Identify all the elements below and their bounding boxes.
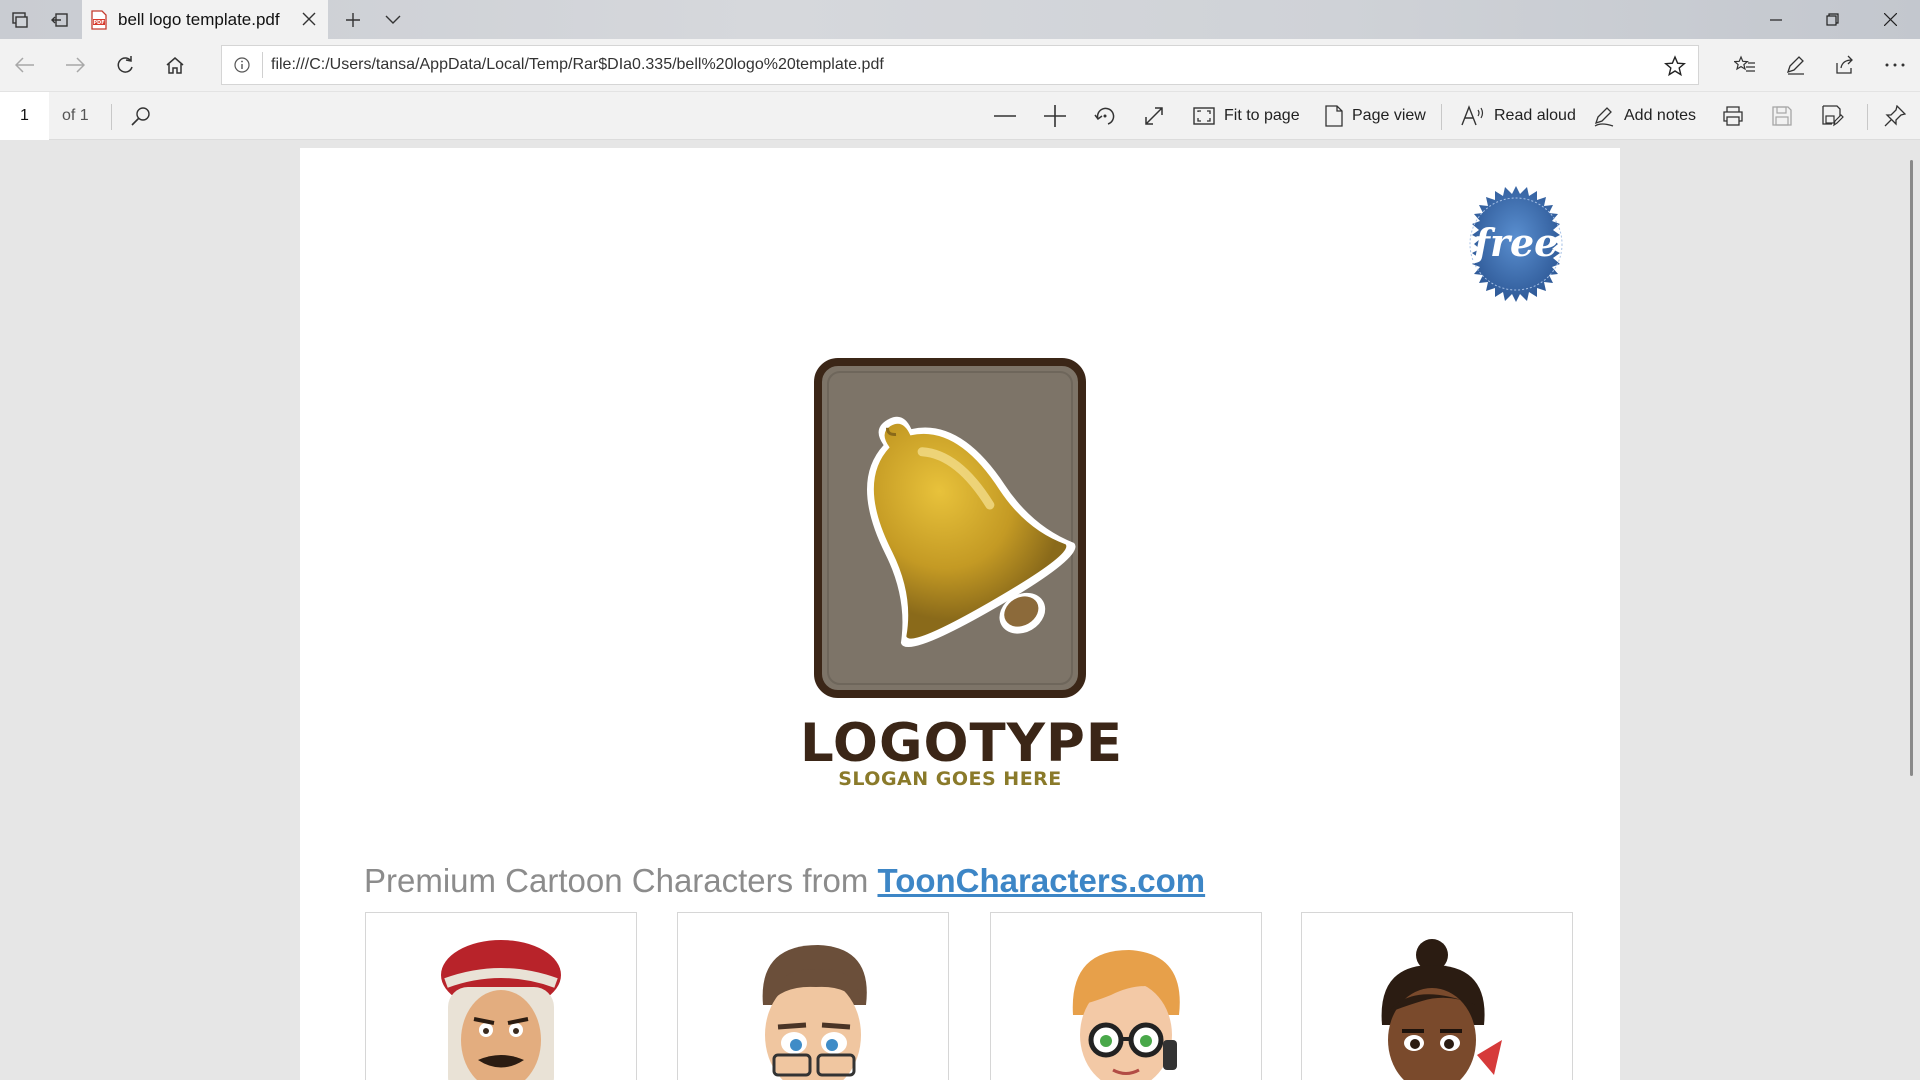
bell-logo — [814, 358, 1086, 698]
print-icon[interactable] — [1722, 92, 1744, 140]
zoom-in-icon[interactable] — [1044, 92, 1066, 140]
promo-heading: Premium Cartoon Characters from ToonChar… — [364, 862, 1205, 900]
tab-active[interactable]: PDF bell logo template.pdf — [82, 0, 328, 39]
character-card-1[interactable] — [365, 912, 637, 1080]
pdf-viewer[interactable]: free LOGOTYPE SLOGAN GOES HERE Premium C… — [0, 140, 1920, 1080]
navigation-bar: file:///C:/Users/tansa/AppData/Local/Tem… — [0, 39, 1920, 91]
redhead-woman-character — [1072, 950, 1180, 1080]
fit-to-page-icon — [1193, 107, 1215, 125]
svg-text:PDF: PDF — [93, 20, 104, 26]
page-number-input[interactable]: 1 — [0, 92, 49, 140]
share-icon[interactable] — [1820, 39, 1870, 91]
full-screen-icon[interactable] — [1144, 92, 1164, 140]
page-view-icon — [1325, 105, 1343, 127]
page-view-button[interactable]: Page view — [1325, 92, 1426, 140]
info-icon[interactable] — [234, 57, 250, 73]
minimize-icon[interactable] — [1748, 0, 1804, 39]
pdf-page: free LOGOTYPE SLOGAN GOES HERE Premium C… — [300, 148, 1620, 1080]
character-card-4[interactable] — [1301, 912, 1573, 1080]
pdf-toolbar: 1 of 1 Fit to page Page view Read aloud … — [0, 91, 1920, 140]
save-icon[interactable] — [1772, 92, 1792, 140]
read-aloud-icon — [1461, 105, 1484, 126]
refresh-icon[interactable] — [100, 39, 150, 91]
back-arrow-icon[interactable] — [0, 39, 50, 91]
character-card-2[interactable] — [677, 912, 949, 1080]
promo-text: Premium Cartoon Characters from — [364, 862, 878, 899]
zoom-out-icon[interactable] — [994, 92, 1016, 140]
free-badge: free — [1456, 184, 1576, 304]
character-card-3[interactable] — [990, 912, 1262, 1080]
set-tabs-aside-icon[interactable] — [40, 0, 80, 39]
read-aloud-label: Read aloud — [1494, 107, 1576, 124]
new-tab-icon[interactable] — [333, 0, 373, 39]
address-bar[interactable]: file:///C:/Users/tansa/AppData/Local/Tem… — [221, 45, 1699, 85]
fit-to-page-label: Fit to page — [1224, 107, 1300, 124]
add-notes-label: Add notes — [1624, 107, 1697, 124]
rotate-icon[interactable] — [1094, 92, 1116, 140]
close-tab-icon[interactable] — [302, 12, 316, 26]
read-aloud-button[interactable]: Read aloud — [1461, 92, 1576, 140]
favorites-list-icon[interactable] — [1720, 39, 1770, 91]
tab-title: bell logo template.pdf — [118, 9, 280, 29]
favorite-star-icon[interactable] — [1664, 55, 1686, 77]
logotype-text: LOGOTYPE — [800, 713, 1124, 774]
restore-icon[interactable] — [1804, 0, 1860, 39]
svg-text:free: free — [1471, 220, 1559, 265]
toolbar-divider — [1441, 104, 1442, 130]
close-window-icon[interactable] — [1862, 0, 1918, 39]
more-menu-icon[interactable] — [1870, 39, 1920, 91]
promo-link[interactable]: ToonCharacters.com — [877, 862, 1205, 899]
fit-to-page-button[interactable]: Fit to page — [1193, 92, 1300, 140]
page-view-label: Page view — [1352, 107, 1426, 124]
toolbar-divider — [1867, 104, 1868, 130]
slogan-text: SLOGAN GOES HERE — [838, 768, 1062, 790]
arab-man-character — [441, 940, 561, 1080]
page-total: of 1 — [62, 107, 89, 124]
forward-arrow-icon[interactable] — [50, 39, 100, 91]
add-notes-button[interactable]: Add notes — [1593, 92, 1696, 140]
address-divider — [262, 52, 263, 78]
home-icon[interactable] — [150, 39, 200, 91]
title-bar: PDF bell logo template.pdf — [0, 0, 1920, 39]
pen-notes-icon[interactable] — [1770, 39, 1820, 91]
pdf-file-icon: PDF — [90, 9, 108, 30]
chevron-down-icon[interactable] — [373, 0, 413, 39]
pin-toolbar-icon[interactable] — [1884, 92, 1906, 140]
add-notes-pen-icon — [1594, 107, 1614, 127]
glasses-man-character — [762, 945, 867, 1080]
toolbar-divider — [111, 104, 112, 130]
tab-actions-icon[interactable] — [0, 0, 40, 39]
address-url[interactable]: file:///C:/Users/tansa/AppData/Local/Tem… — [271, 56, 884, 74]
dark-skin-woman-character — [1381, 939, 1502, 1080]
vertical-scrollbar[interactable] — [1910, 160, 1913, 776]
search-icon[interactable] — [131, 92, 151, 140]
save-as-icon[interactable] — [1822, 92, 1844, 140]
